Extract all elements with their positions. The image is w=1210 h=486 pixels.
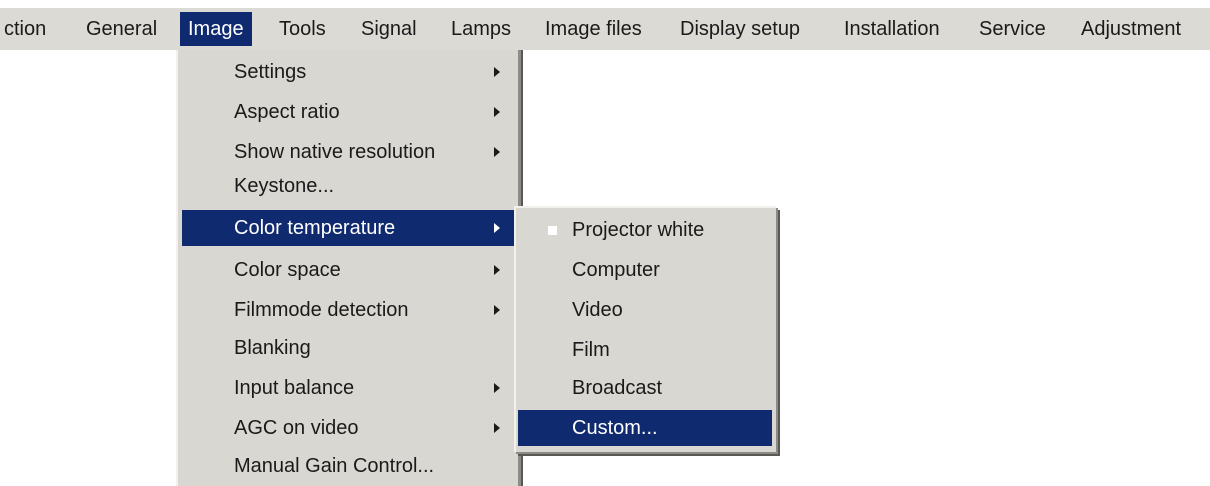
- menu-installation-partial[interactable]: ction: [4, 8, 46, 50]
- menu-adjustment[interactable]: Adjustment: [1081, 8, 1181, 50]
- menu-item-color-temperature[interactable]: Color temperature: [182, 210, 514, 246]
- submenu-arrow-icon: [494, 423, 500, 433]
- menu-item-label: Color space: [234, 259, 341, 281]
- menu-general[interactable]: General: [86, 8, 157, 50]
- submenu-arrow-icon: [494, 305, 500, 315]
- menu-service[interactable]: Service: [979, 8, 1046, 50]
- menu-item-input-balance[interactable]: Input balance: [182, 370, 516, 406]
- menu-item-manual-gain-control[interactable]: Manual Gain Control...: [182, 448, 516, 484]
- submenu-arrow-icon: [494, 107, 500, 117]
- checked-indicator-icon: [548, 226, 557, 235]
- submenu-item-film[interactable]: Film: [518, 332, 772, 368]
- menu-item-label: Manual Gain Control...: [234, 455, 435, 477]
- menu-image[interactable]: Image: [180, 12, 252, 46]
- menu-item-blanking[interactable]: Blanking: [182, 330, 516, 366]
- submenu-item-label: Video: [572, 299, 623, 321]
- menu-image-files[interactable]: Image files: [545, 8, 642, 50]
- menu-item-label: Color temperature: [234, 217, 396, 239]
- submenu-item-label: Computer: [572, 259, 660, 281]
- image-dropdown-menu: Settings Aspect ratio Show native resolu…: [176, 50, 518, 486]
- submenu-item-projector-white[interactable]: Projector white: [518, 212, 772, 248]
- menu-item-agc-on-video[interactable]: AGC on video: [182, 410, 516, 446]
- menu-item-label: Aspect ratio: [234, 101, 340, 123]
- submenu-item-label: Film: [572, 339, 610, 361]
- menu-item-filmmode-detection[interactable]: Filmmode detection: [182, 292, 516, 328]
- menu-item-settings[interactable]: Settings: [182, 54, 516, 90]
- menu-item-label: AGC on video: [234, 417, 359, 439]
- menu-display-setup[interactable]: Display setup: [680, 8, 800, 50]
- submenu-item-custom[interactable]: Custom...: [518, 410, 772, 446]
- menu-item-aspect-ratio[interactable]: Aspect ratio: [182, 94, 516, 130]
- submenu-arrow-icon: [494, 223, 500, 233]
- submenu-item-label: Broadcast: [572, 377, 663, 399]
- submenu-arrow-icon: [494, 383, 500, 393]
- submenu-item-video[interactable]: Video: [518, 292, 772, 328]
- submenu-item-computer[interactable]: Computer: [518, 252, 772, 288]
- menu-item-color-space[interactable]: Color space: [182, 252, 516, 288]
- menu-item-label: Show native resolution: [234, 141, 436, 163]
- menu-item-label: Keystone...: [234, 175, 335, 197]
- menu-bar: ction General Image Tools Signal Lamps I…: [0, 8, 1210, 50]
- menu-signal[interactable]: Signal: [361, 8, 417, 50]
- menu-item-label: Filmmode detection: [234, 299, 409, 321]
- submenu-arrow-icon: [494, 147, 500, 157]
- menu-item-label: Settings: [234, 61, 307, 83]
- color-temperature-submenu: Projector white Computer Video Film Broa…: [514, 206, 776, 452]
- menu-item-label: Blanking: [234, 337, 311, 359]
- submenu-item-label: Custom...: [572, 417, 658, 439]
- menu-installation[interactable]: Installation: [844, 8, 940, 50]
- menu-item-label: Input balance: [234, 377, 355, 399]
- menu-lamps[interactable]: Lamps: [451, 8, 511, 50]
- submenu-item-label: Projector white: [572, 219, 705, 241]
- submenu-item-broadcast[interactable]: Broadcast: [518, 370, 772, 406]
- submenu-arrow-icon: [494, 67, 500, 77]
- submenu-arrow-icon: [494, 265, 500, 275]
- menu-item-show-native-resolution[interactable]: Show native resolution: [182, 134, 516, 170]
- menu-tools[interactable]: Tools: [279, 8, 326, 50]
- menu-item-keystone[interactable]: Keystone...: [182, 168, 516, 204]
